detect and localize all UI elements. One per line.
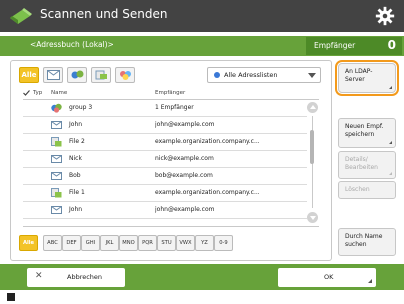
row-recipient: nick@example.com xyxy=(155,155,214,162)
recipient-count: 0 xyxy=(387,38,396,52)
alpha-tab-vwx[interactable]: VWX xyxy=(176,235,195,251)
email-icon xyxy=(47,70,60,80)
ldap-server-button[interactable]: An LDAP- Server xyxy=(335,60,399,96)
row-name: Bob xyxy=(69,172,81,179)
row-recipient: john@example.com xyxy=(155,206,215,213)
row-name: group 3 xyxy=(69,104,93,111)
table-row[interactable]: John john@example.com xyxy=(23,117,307,134)
recipient-count-box: Empfänger 0 xyxy=(306,37,402,55)
delete-label: Löschen xyxy=(345,186,370,193)
file-icon xyxy=(51,188,62,198)
filter-ifax-button[interactable] xyxy=(115,67,135,83)
file-icon xyxy=(51,137,62,147)
corner-arrow-icon xyxy=(368,279,372,283)
corner-arrow-icon xyxy=(389,141,392,144)
address-list-panel: Alle Alle Adresslisten Typ Name Empfänge… xyxy=(10,60,332,261)
details-edit-label: Details/ Bearbeiten xyxy=(345,156,378,171)
row-recipient: john@example.com xyxy=(155,121,215,128)
bottom-action-bar: ✕ Abbrechen OK xyxy=(0,264,404,290)
gear-icon[interactable] xyxy=(374,5,396,27)
table-row[interactable]: Bob bob@example.com xyxy=(23,168,307,185)
search-by-name-label: Durch Name suchen xyxy=(345,233,383,248)
table-row[interactable]: group 3 1 Empfänger xyxy=(23,100,307,117)
ok-label: OK xyxy=(324,273,334,281)
alpha-tab-jkl[interactable]: JKL xyxy=(100,235,119,251)
alpha-tab-ghi[interactable]: GHI xyxy=(81,235,100,251)
delete-button[interactable]: Löschen xyxy=(338,181,396,199)
row-name: File 2 xyxy=(69,138,85,145)
group-icon xyxy=(71,70,84,79)
corner-arrow-icon xyxy=(389,86,392,89)
app-title: Scannen und Senden xyxy=(40,7,168,21)
address-book-label: <Adressbuch (Lokal)> xyxy=(30,40,114,49)
alphabet-index-row: Alle ABC DEF GHI JKL MNO PQR STU VWX YZ … xyxy=(19,235,319,251)
alpha-tab-pqr[interactable]: PQR xyxy=(138,235,157,251)
table-row[interactable]: File 2 example.organization.company.c... xyxy=(23,134,307,151)
email-icon xyxy=(51,206,62,214)
filter-all-button[interactable]: Alle xyxy=(19,67,39,83)
column-type[interactable]: Typ xyxy=(33,90,42,96)
checkmark-icon xyxy=(23,90,30,96)
address-list-dropdown[interactable]: Alle Adresslisten xyxy=(207,67,321,83)
recipients-label: Empfänger xyxy=(314,41,356,50)
scrollbar-thumb[interactable] xyxy=(310,130,314,164)
address-table: group 3 1 Empfänger John john@example.co… xyxy=(23,99,319,227)
row-recipient: example.organization.company.c... xyxy=(155,189,260,196)
row-recipient: 1 Empfänger xyxy=(155,104,194,111)
chevron-down-icon xyxy=(308,73,316,78)
address-list-indicator xyxy=(214,72,220,78)
row-name: John xyxy=(69,206,83,213)
filter-group-button[interactable] xyxy=(67,67,87,83)
alpha-tab-stu[interactable]: STU xyxy=(157,235,176,251)
alpha-tab-yz[interactable]: YZ xyxy=(195,235,214,251)
screen: Scannen und Senden <Adressbuch (Lokal)> … xyxy=(0,0,404,304)
details-edit-button[interactable]: Details/ Bearbeiten xyxy=(338,151,396,179)
scroll-up-button[interactable] xyxy=(307,102,318,113)
ldap-server-label: An LDAP- Server xyxy=(345,68,373,83)
row-name: File 1 xyxy=(69,189,85,196)
alpha-tab-def[interactable]: DEF xyxy=(62,235,81,251)
scroll-down-button[interactable] xyxy=(307,212,318,223)
row-name: Nick xyxy=(69,155,82,162)
address-list-value: Alle Adresslisten xyxy=(224,71,278,79)
address-book-bar: <Adressbuch (Lokal)> Empfänger 0 xyxy=(0,36,404,56)
row-recipient: example.organization.company.c... xyxy=(155,138,260,145)
ifax-icon xyxy=(120,71,131,80)
column-recipient[interactable]: Empfänger xyxy=(155,90,185,96)
email-icon xyxy=(51,121,62,129)
file-icon xyxy=(95,70,107,80)
register-new-recipient-label: Neuen Empf. speichern xyxy=(345,123,384,138)
group-icon xyxy=(51,103,62,113)
row-name: John xyxy=(69,121,83,128)
filter-file-button[interactable] xyxy=(91,67,111,83)
title-bar: Scannen und Senden xyxy=(0,0,404,32)
alpha-tab-abc[interactable]: ABC xyxy=(43,235,62,251)
email-icon xyxy=(51,155,62,163)
ok-button[interactable]: OK xyxy=(278,268,376,287)
table-row[interactable]: John john@example.com xyxy=(23,202,307,219)
scrollbar[interactable] xyxy=(307,102,318,224)
alpha-tab-all[interactable]: Alle xyxy=(19,235,38,251)
cancel-button[interactable]: ✕ Abbrechen xyxy=(27,268,125,287)
column-name[interactable]: Name xyxy=(51,90,67,96)
alpha-tab-mno[interactable]: MNO xyxy=(119,235,138,251)
cancel-label: Abbrechen xyxy=(67,273,103,281)
close-icon: ✕ xyxy=(35,271,43,281)
filter-email-button[interactable] xyxy=(43,67,63,83)
email-icon xyxy=(51,172,62,180)
table-row[interactable]: Nick nick@example.com xyxy=(23,151,307,168)
scan-send-app-icon xyxy=(10,8,32,24)
table-row[interactable]: File 1 example.organization.company.c... xyxy=(23,185,307,202)
alpha-tab-0-9[interactable]: 0-9 xyxy=(214,235,233,251)
corner-arrow-icon xyxy=(389,172,392,175)
table-header: Typ Name Empfänger xyxy=(23,89,319,99)
status-monitor-icon[interactable] xyxy=(6,292,16,302)
search-by-name-button[interactable]: Durch Name suchen xyxy=(338,228,396,256)
status-footer xyxy=(0,290,404,304)
register-new-recipient-button[interactable]: Neuen Empf. speichern xyxy=(338,118,396,148)
row-recipient: bob@example.com xyxy=(155,172,213,179)
